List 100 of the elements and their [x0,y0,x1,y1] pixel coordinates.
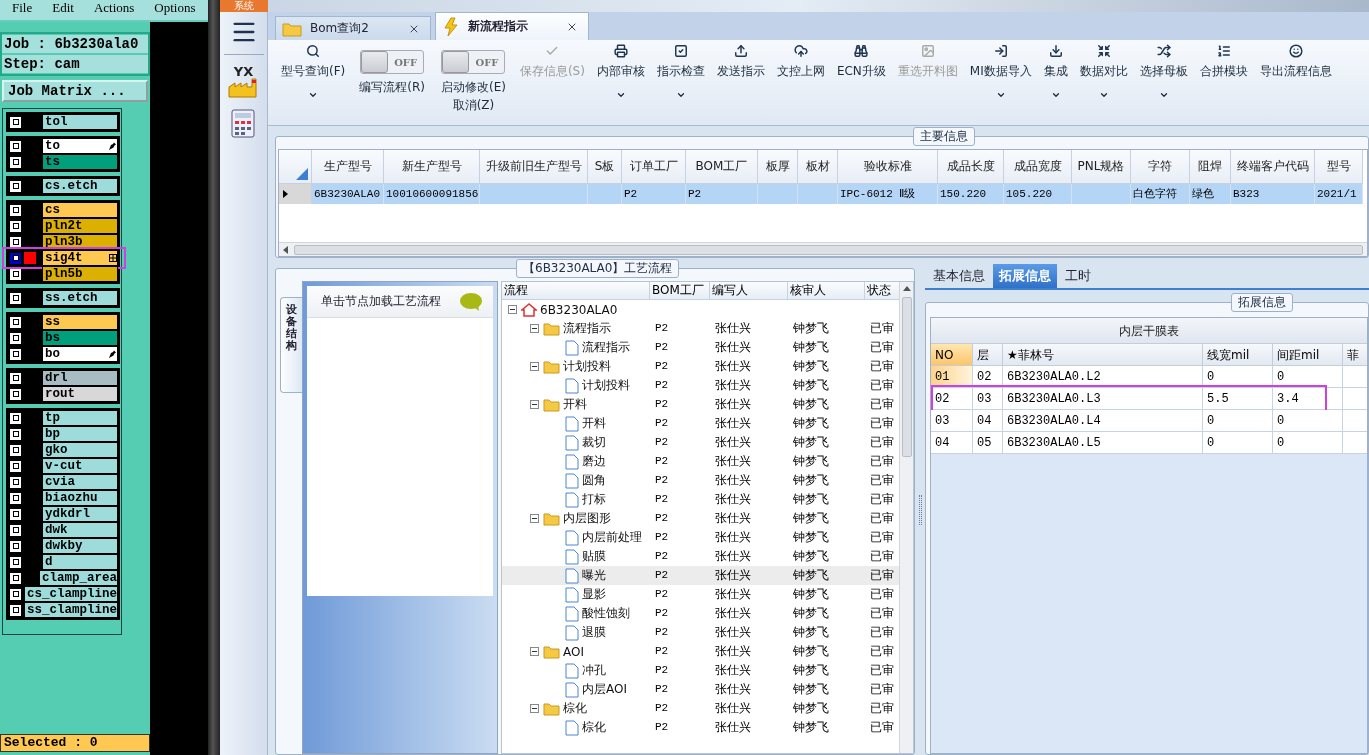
toolbar-button[interactable]: 文控上网 [770,44,831,122]
collapse-icon[interactable] [530,514,539,523]
collapse-icon[interactable] [530,647,539,656]
column-header[interactable]: 新生产型号 [384,150,480,184]
toggle-switch[interactable]: OFF [360,50,425,74]
caret-icon[interactable] [308,90,319,100]
tree-row[interactable]: 贴膜 P2 张仕兴 钟梦飞 已审 [502,547,899,566]
tree-row[interactable]: 内层前处理 P2 张仕兴 钟梦飞 已审 [502,528,899,547]
column-header[interactable]: 字符 [1131,150,1190,184]
caret-icon[interactable] [1098,90,1109,100]
caret-icon[interactable] [995,90,1006,100]
tree-row[interactable]: 裁切 P2 张仕兴 钟梦飞 已审 [502,433,899,452]
column-header[interactable]: 编写人 [710,282,788,300]
tree-row[interactable]: 显影 P2 张仕兴 钟梦飞 已审 [502,585,899,604]
layer-name[interactable]: ss.etch [42,290,118,306]
layer-name[interactable]: v-cut [42,458,118,474]
tree-row[interactable]: 冲孔 P2 张仕兴 钟梦飞 已审 [502,661,899,680]
layer-name[interactable]: pln2t [42,218,118,234]
collapse-icon[interactable] [530,324,539,333]
toolbar-button[interactable]: ECN升级 [830,44,892,122]
layer-name[interactable]: cs_clampline [24,586,118,602]
scroll-thumb[interactable] [294,244,1363,255]
menu-item[interactable]: Actions [93,0,135,15]
toolbar-button[interactable]: 发送指示 [710,44,771,122]
tree-row[interactable]: 磨边 P2 张仕兴 钟梦飞 已审 [502,452,899,471]
caret-icon[interactable] [675,90,686,100]
calculator-icon[interactable] [229,109,258,139]
column-header[interactable]: S板 [588,150,622,184]
collapse-icon[interactable] [508,305,517,314]
tree-row[interactable]: 打标 P2 张仕兴 钟梦飞 已审 [502,490,899,509]
toolbar-button[interactable]: 导出流程信息 [1253,44,1338,122]
layer-name[interactable]: to [42,138,118,154]
column-header[interactable]: 成品长度 [938,150,1004,184]
tree-row[interactable]: 6B3230ALA0 [502,300,899,319]
toolbar-button[interactable]: 内部审核 [590,44,651,122]
layer-name[interactable]: bo [42,346,118,362]
layer-name[interactable]: biaozhu [42,490,118,506]
layer-name[interactable]: sig4t [42,250,118,266]
layer-name[interactable]: dwkby [42,538,118,554]
layer-name[interactable]: clamp_area [39,570,118,586]
tree-row[interactable]: 开料 P2 张仕兴 钟梦飞 已审 [502,414,899,433]
menu-item[interactable]: File [12,0,33,15]
column-header[interactable]: 板厚 [758,150,798,184]
tree-row[interactable]: 流程指示 P2 张仕兴 钟梦飞 已审 [502,319,899,338]
column-header[interactable]: 型号 [1315,150,1363,184]
tree-row[interactable]: 内层AOI P2 张仕兴 钟梦飞 已审 [502,680,899,699]
document-tab[interactable]: 新流程指示 [435,12,589,40]
column-header[interactable]: 终端客户代码 [1231,150,1315,184]
layer-checkbox[interactable] [10,252,21,264]
job-matrix-button[interactable]: Job Matrix ... [2,80,148,102]
layer-name[interactable]: drl [42,370,118,386]
layer-name[interactable]: tol [42,114,118,130]
column-header[interactable]: 阻焊 [1190,150,1231,184]
toggle-switch[interactable]: OFF [441,50,506,74]
layer-name[interactable]: pln5b [42,266,118,282]
column-header[interactable]: 板材 [798,150,838,184]
menu-item[interactable]: Options [154,0,196,15]
layer-name[interactable]: rout [42,386,118,402]
tree-row[interactable]: 开料 P2 张仕兴 钟梦飞 已审 [502,395,899,414]
tree-row[interactable]: 计划投料 P2 张仕兴 钟梦飞 已审 [502,357,899,376]
document-tab[interactable]: Bom查询2 [275,16,431,40]
up-arrow-icon[interactable] [902,286,911,291]
column-header[interactable]: 流程 [502,282,650,300]
column-header[interactable]: 验收标准 [838,150,938,184]
caret-icon[interactable] [615,90,626,100]
column-header[interactable]: 生产型号 [312,150,384,184]
column-header[interactable]: 层 [973,344,1003,366]
layer-name[interactable]: d [42,554,118,570]
vertical-scrollbar[interactable] [899,282,913,753]
column-header[interactable]: 订单工厂 [622,150,686,184]
tree-row[interactable]: 计划投料 P2 张仕兴 钟梦飞 已审 [502,376,899,395]
side-tab[interactable]: 设备结构 [280,297,302,393]
layer-name[interactable]: ss_clampline [24,602,118,618]
tree-row[interactable]: 酸性蚀刻 P2 张仕兴 钟梦飞 已审 [502,604,899,623]
layer-name[interactable]: ss [42,314,118,330]
layer-name[interactable]: gko [42,442,118,458]
tab[interactable]: 基本信息 [927,264,991,288]
column-header[interactable]: 菲 [1343,344,1367,366]
layer-name[interactable]: cs.etch [42,178,118,194]
column-header[interactable]: 间距mil [1273,344,1343,366]
toolbar-button[interactable]: 型号查询(F) [275,44,352,122]
tree-row[interactable]: 内层图形 P2 张仕兴 钟梦飞 已审 [502,509,899,528]
column-header[interactable]: BOM工厂 [686,150,758,184]
collapse-icon[interactable] [530,362,539,371]
tab[interactable]: 拓展信息 [993,264,1057,288]
column-header[interactable]: NO [931,344,973,366]
column-header[interactable]: 状态 [865,282,899,300]
toolbar-button[interactable]: 合拼模块 [1193,44,1254,122]
layer-name[interactable]: tp [42,410,118,426]
left-arrow-icon[interactable] [283,245,288,254]
layer-name[interactable]: bs [42,330,118,346]
column-header[interactable]: ★菲林号 [1003,344,1203,366]
column-header[interactable]: 核审人 [788,282,865,300]
tree-row[interactable]: 退膜 P2 张仕兴 钟梦飞 已审 [502,623,899,642]
menu-item[interactable]: Edit [52,0,74,15]
toolbar-button[interactable]: 指示检查 [650,44,711,122]
tree-row[interactable]: 曝光 P2 张仕兴 钟梦飞 已审 [502,566,899,585]
tree-row[interactable]: 棕化 P2 张仕兴 钟梦飞 已审 [502,718,899,737]
toolbar-button[interactable]: 选择母板 [1133,44,1194,122]
layer-name[interactable]: cs [42,202,118,218]
